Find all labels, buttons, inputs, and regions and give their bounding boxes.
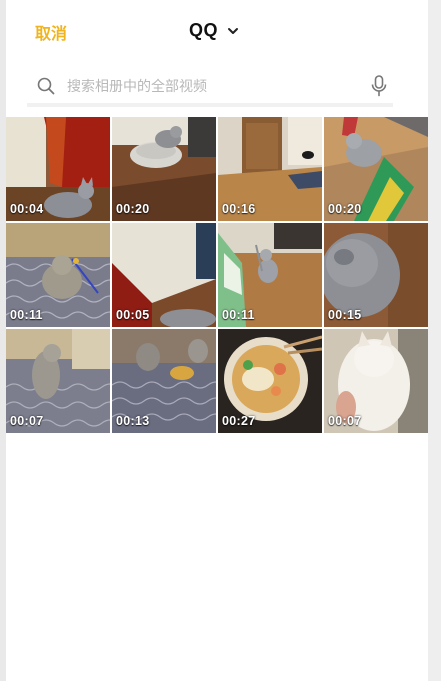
video-duration: 00:11	[222, 308, 255, 322]
video-thumbnail[interactable]: 00:05	[112, 223, 216, 327]
video-grid: 00:04 00:20 00:16 00:20 00:11 00:05 00:1…	[6, 117, 428, 433]
search-bar[interactable]	[27, 67, 393, 105]
microphone-icon[interactable]	[371, 75, 387, 97]
cancel-button[interactable]: 取消	[35, 20, 67, 44]
video-thumbnail[interactable]: 00:20	[324, 117, 428, 221]
video-duration: 00:11	[10, 308, 43, 322]
video-duration: 00:20	[328, 202, 362, 216]
search-input[interactable]	[65, 76, 359, 98]
video-duration: 00:15	[328, 308, 362, 322]
video-duration: 00:27	[222, 414, 256, 428]
video-thumbnail[interactable]: 00:20	[112, 117, 216, 221]
video-duration: 00:20	[116, 202, 150, 216]
search-divider	[27, 103, 393, 107]
video-thumbnail[interactable]: 00:07	[324, 329, 428, 433]
video-thumbnail[interactable]: 00:13	[112, 329, 216, 433]
right-margin	[428, 0, 441, 681]
video-thumbnail[interactable]: 00:11	[218, 223, 322, 327]
video-duration: 00:16	[222, 202, 256, 216]
video-duration: 00:07	[328, 414, 362, 428]
search-icon	[37, 77, 55, 95]
video-thumbnail[interactable]: 00:27	[218, 329, 322, 433]
video-thumbnail[interactable]: 00:04	[6, 117, 110, 221]
video-duration: 00:13	[116, 414, 150, 428]
video-duration: 00:04	[10, 202, 44, 216]
chevron-down-icon	[228, 27, 239, 34]
album-name: QQ	[189, 20, 219, 40]
video-thumbnail[interactable]: 00:15	[324, 223, 428, 327]
header: 取消 QQ	[6, 0, 428, 62]
video-duration: 00:05	[116, 308, 150, 322]
album-selector[interactable]: QQ	[189, 20, 239, 41]
video-thumbnail[interactable]: 00:07	[6, 329, 110, 433]
video-duration: 00:07	[10, 414, 44, 428]
video-thumbnail[interactable]: 00:11	[6, 223, 110, 327]
video-thumbnail[interactable]: 00:16	[218, 117, 322, 221]
